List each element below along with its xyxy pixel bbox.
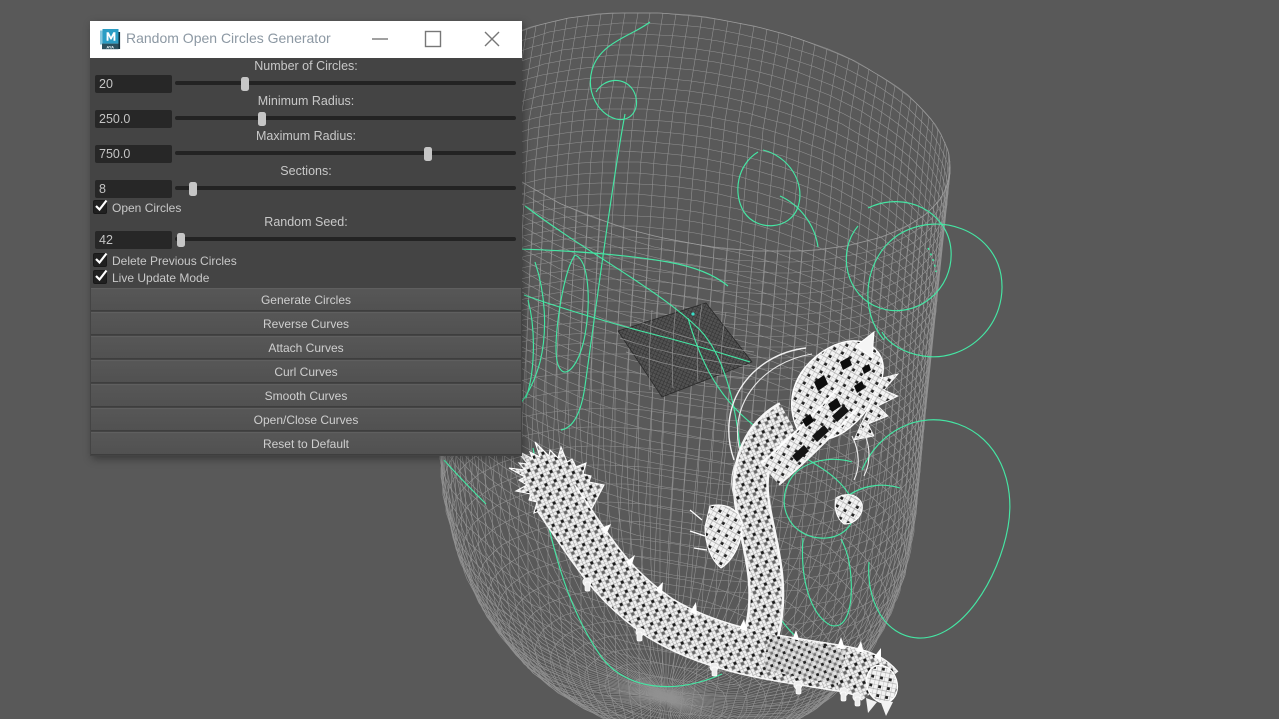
svg-text:AYA: AYA: [106, 44, 114, 49]
